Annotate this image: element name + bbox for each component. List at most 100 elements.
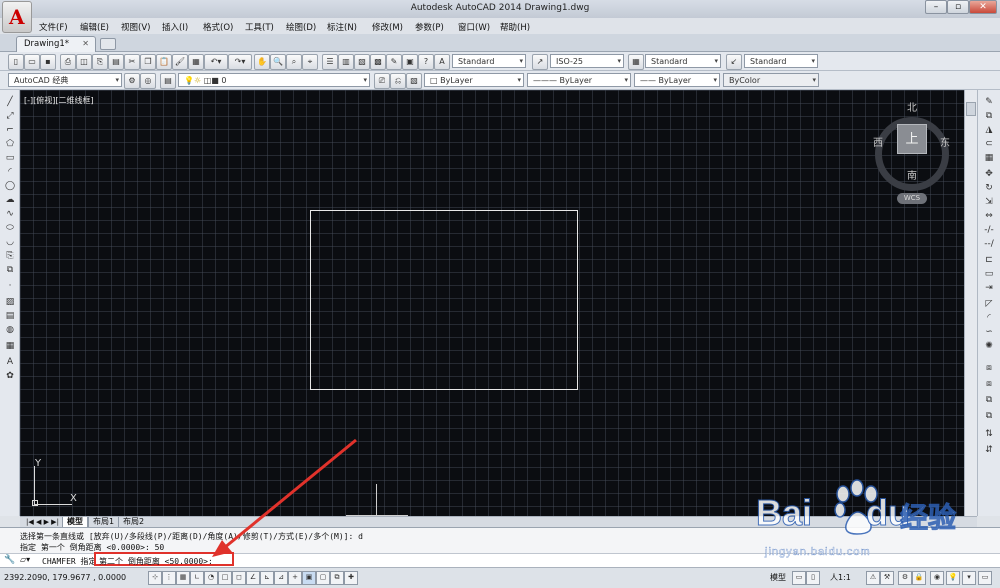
- menu-file[interactable]: 文件(F): [39, 21, 68, 33]
- dim-style-icon[interactable]: ↗: [532, 54, 548, 70]
- cut-icon[interactable]: ✂: [124, 54, 140, 70]
- menu-insert[interactable]: 插入(I): [162, 21, 188, 33]
- table-icon[interactable]: ▦: [3, 340, 17, 352]
- wcs-menu[interactable]: WCS: [897, 193, 927, 204]
- 3d-print-icon[interactable]: ▤: [108, 54, 124, 70]
- quick-properties-icon[interactable]: ▢: [316, 571, 330, 585]
- insert-block-icon[interactable]: ⎘: [3, 250, 17, 262]
- infer-constraints-icon[interactable]: ⊹: [148, 571, 162, 585]
- layer-select[interactable]: 💡☼ ◫■ 0 ▾: [178, 73, 370, 87]
- linetype-select[interactable]: ——— ByLayer ▾: [527, 73, 631, 87]
- vertical-scrollbar[interactable]: [964, 90, 977, 516]
- rectangle-icon[interactable]: ▭: [3, 152, 17, 164]
- dynamic-input-icon[interactable]: ⊿: [274, 571, 288, 585]
- plotstyle-select[interactable]: ByColor ▾: [723, 73, 819, 87]
- move-icon[interactable]: ✥: [982, 168, 996, 180]
- line-icon[interactable]: ╱: [3, 96, 17, 108]
- ellipse-arc-icon[interactable]: ◡: [3, 236, 17, 248]
- workspace-select[interactable]: AutoCAD 经典 ▾: [8, 73, 122, 87]
- draworder-back-icon[interactable]: ⧈: [982, 378, 996, 390]
- undo-icon[interactable]: ↶▾: [204, 54, 228, 70]
- polar-tracking-icon[interactable]: ◔: [204, 571, 218, 585]
- publish-icon[interactable]: ⎘: [92, 54, 108, 70]
- fillet-icon[interactable]: ◜: [982, 312, 996, 324]
- plot-icon[interactable]: ⎙: [60, 54, 76, 70]
- scale-icon[interactable]: ⇲: [982, 196, 996, 208]
- properties-icon[interactable]: ☰: [322, 54, 338, 70]
- draworder-under-icon[interactable]: ⧉: [982, 410, 996, 422]
- command-recent-icon[interactable]: ▱▾: [20, 555, 30, 564]
- point-icon[interactable]: ·: [3, 280, 17, 292]
- workspace-settings-icon[interactable]: ⚙: [124, 73, 140, 89]
- ortho-mode-icon[interactable]: ∟: [190, 571, 204, 585]
- polyline-icon[interactable]: ⌐: [3, 124, 17, 136]
- circle-icon[interactable]: ◯: [3, 180, 17, 192]
- scrollbar-thumb[interactable]: [966, 102, 976, 116]
- make-current-layer-icon[interactable]: ⎚: [374, 73, 390, 89]
- region-icon[interactable]: ◍: [3, 324, 17, 336]
- menu-view[interactable]: 视图(V): [121, 21, 150, 33]
- match-properties-icon[interactable]: 🖌: [172, 54, 188, 70]
- status-menu-icon[interactable]: ▾: [962, 571, 976, 585]
- workspace-switching-icon[interactable]: ⚙: [898, 571, 912, 585]
- snap-mode-icon[interactable]: ⋮: [162, 571, 176, 585]
- toolbar-lock-icon[interactable]: 🔒: [912, 571, 926, 585]
- layout-nav-arrows[interactable]: |◀ ◀ ▶ ▶|: [22, 517, 63, 527]
- table-style-icon[interactable]: ▦: [628, 54, 644, 70]
- close-tab-icon[interactable]: ✕: [82, 39, 89, 48]
- bring-text-front-icon[interactable]: ⇅: [982, 428, 996, 440]
- spline-icon[interactable]: ∿: [3, 208, 17, 220]
- multiline-text-icon[interactable]: A: [3, 356, 17, 368]
- design-center-icon[interactable]: ▥: [338, 54, 354, 70]
- application-menu-button[interactable]: A: [2, 1, 32, 33]
- menu-dimension[interactable]: 标注(N): [327, 21, 357, 33]
- tab-drawing1[interactable]: Drawing1* ✕: [16, 36, 96, 52]
- markup-icon[interactable]: ✎: [386, 54, 402, 70]
- grid-display-icon[interactable]: ▦: [176, 571, 190, 585]
- zoom-window-icon[interactable]: ⌕: [286, 54, 302, 70]
- lineweight-select[interactable]: —— ByLayer ▾: [634, 73, 720, 87]
- menu-edit[interactable]: 编辑(E): [80, 21, 109, 33]
- layer-state-icon[interactable]: ▧: [406, 73, 422, 89]
- copy-object-icon[interactable]: ⧉: [982, 110, 996, 122]
- extend-icon[interactable]: --/: [982, 238, 996, 250]
- stretch-icon[interactable]: ⇔: [982, 210, 996, 222]
- menu-tools[interactable]: 工具(T): [245, 21, 274, 33]
- tab-layout1[interactable]: 布局1: [88, 517, 118, 527]
- block-editor-icon[interactable]: ▦: [188, 54, 204, 70]
- revision-cloud-icon[interactable]: ☁: [3, 194, 17, 206]
- lineweight-icon[interactable]: +: [288, 571, 302, 585]
- quick-view-drawings-icon[interactable]: ▯: [806, 571, 820, 585]
- trim-icon[interactable]: -/-: [982, 224, 996, 236]
- calculator-icon[interactable]: ▣: [402, 54, 418, 70]
- model-space-button[interactable]: 模型: [770, 572, 786, 583]
- auto-scale-icon[interactable]: ⚒: [880, 571, 894, 585]
- arc-icon[interactable]: ◜: [3, 166, 17, 178]
- construction-line-icon[interactable]: ⤢: [3, 110, 17, 122]
- add-selected-icon[interactable]: ✿: [3, 370, 17, 382]
- annotation-scale[interactable]: 人1:1: [830, 572, 851, 583]
- mleader-style-select[interactable]: Standard ▾: [744, 54, 818, 68]
- help-icon[interactable]: ?: [418, 54, 434, 70]
- selection-cycling-icon[interactable]: ⧉: [330, 571, 344, 585]
- make-block-icon[interactable]: ⧉: [3, 264, 17, 276]
- new-icon[interactable]: ▯: [8, 54, 24, 70]
- tab-layout2[interactable]: 布局2: [118, 517, 148, 527]
- zoom-previous-icon[interactable]: ⌖: [302, 54, 318, 70]
- layer-previous-icon[interactable]: ⎌: [390, 73, 406, 89]
- text-style-icon[interactable]: A: [434, 54, 450, 70]
- menu-window[interactable]: 窗口(W): [458, 21, 490, 33]
- color-select[interactable]: □ ByLayer ▾: [424, 73, 524, 87]
- pan-icon[interactable]: ✋: [254, 54, 270, 70]
- layer-manager-icon[interactable]: ▤: [160, 73, 176, 89]
- zoom-realtime-icon[interactable]: 🔍: [270, 54, 286, 70]
- command-prompt[interactable]: 第二个 倒角距离 <50.0000>:: [99, 556, 213, 567]
- isolate-objects-icon[interactable]: 💡: [946, 571, 960, 585]
- break-icon[interactable]: ▭: [982, 268, 996, 280]
- text-style-select[interactable]: Standard ▾: [452, 54, 526, 68]
- sheet-set-icon[interactable]: ▩: [370, 54, 386, 70]
- annotation-monitor-icon[interactable]: ✚: [344, 571, 358, 585]
- drawing-canvas[interactable]: [-][俯视][二维线框] 上 北 南 东 西 WCS Y X: [20, 90, 964, 516]
- table-style-select[interactable]: Standard ▾: [645, 54, 721, 68]
- quick-view-layouts-icon[interactable]: ▭: [792, 571, 806, 585]
